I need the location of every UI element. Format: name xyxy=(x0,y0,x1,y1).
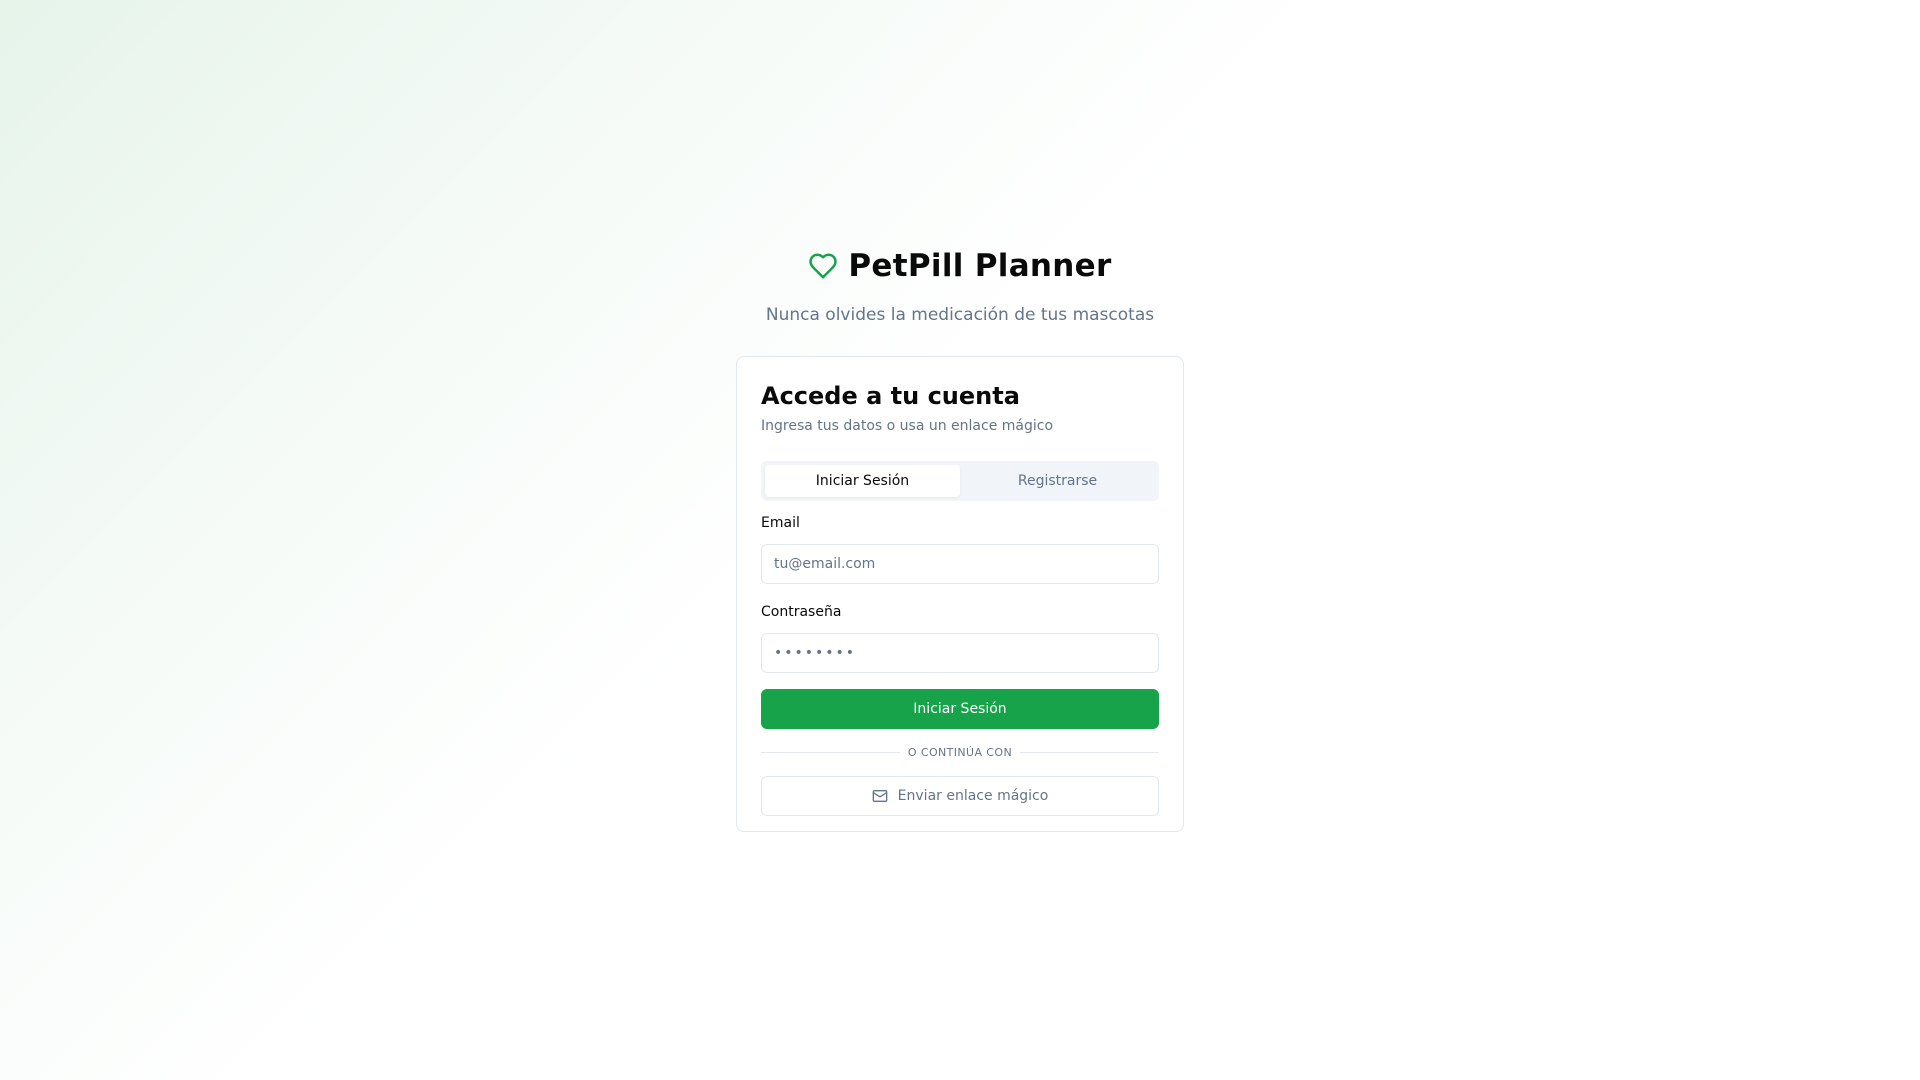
divider-line-left xyxy=(761,752,900,753)
mail-icon xyxy=(872,788,888,804)
email-field[interactable] xyxy=(761,544,1159,584)
password-label: Contraseña xyxy=(761,604,842,620)
login-card: Accede a tu cuenta Ingresa tus datos o u… xyxy=(736,356,1184,832)
divider: O CONTINÚA CON xyxy=(761,746,1159,759)
password-field[interactable] xyxy=(761,633,1159,673)
divider-text: O CONTINÚA CON xyxy=(907,746,1013,759)
brand-header: PetPill Planner Nunca olvides la medicac… xyxy=(0,243,1920,325)
email-label: Email xyxy=(761,515,800,531)
heart-icon xyxy=(808,251,838,281)
tab-login[interactable]: Iniciar Sesión xyxy=(765,465,960,497)
auth-tabs: Iniciar Sesión Registrarse xyxy=(761,461,1159,501)
magic-link-button[interactable]: Enviar enlace mágico xyxy=(761,776,1159,816)
divider-line-right xyxy=(1020,752,1159,753)
brand-row: PetPill Planner xyxy=(808,243,1111,289)
card-title: Accede a tu cuenta xyxy=(761,382,1020,410)
app-title: PetPill Planner xyxy=(848,248,1112,284)
card-description: Ingresa tus datos o usa un enlace mágico xyxy=(761,418,1054,434)
app-subtitle: Nunca olvides la medicación de tus masco… xyxy=(765,305,1155,325)
tab-register[interactable]: Registrarse xyxy=(960,465,1155,497)
login-button[interactable]: Iniciar Sesión xyxy=(761,689,1159,729)
magic-link-label: Enviar enlace mágico xyxy=(897,788,1049,804)
